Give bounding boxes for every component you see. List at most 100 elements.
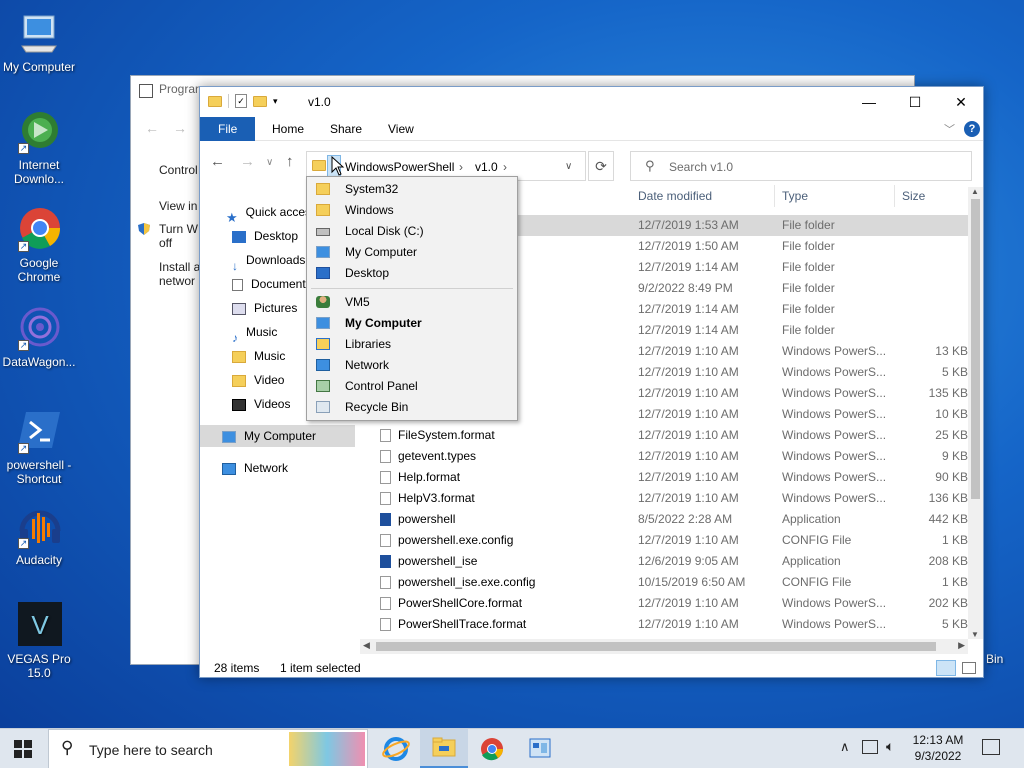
search-highlight-image[interactable]	[289, 732, 365, 766]
hscroll-thumb[interactable]	[376, 642, 936, 651]
scroll-thumb[interactable]	[971, 199, 980, 499]
tab-share[interactable]: Share	[316, 117, 376, 141]
dropdown-item-libraries[interactable]: Libraries	[307, 334, 517, 355]
new-folder-icon[interactable]	[253, 95, 267, 107]
table-row[interactable]: powershell_ise.exe.config 10/15/2019 6:50…	[370, 572, 968, 593]
back-arrow-icon[interactable]: ←	[145, 120, 159, 136]
desktop-icon-powershell[interactable]: ↗ powershell - Shortcut	[0, 408, 78, 486]
help-icon[interactable]: ?	[964, 121, 980, 137]
bg-side-turn[interactable]: Turn W off	[159, 222, 199, 250]
bg-side-install[interactable]: Install a networ	[159, 260, 201, 288]
dropdown-item-control-panel[interactable]: Control Panel	[307, 376, 517, 397]
file-size: 442 KB	[928, 512, 968, 526]
chevron-down-icon[interactable]: ▾	[273, 96, 278, 107]
nav-network[interactable]: Network	[222, 457, 288, 479]
scroll-up-icon[interactable]: ▲	[971, 187, 979, 196]
dropdown-item-network[interactable]: Network	[307, 355, 517, 376]
dropdown-item-my-computer-bold[interactable]: My Computer	[307, 313, 517, 334]
taskbar-clock[interactable]: 12:13 AM 9/3/2022	[898, 732, 978, 764]
notifications-icon[interactable]	[982, 739, 1000, 755]
nav-video-folder[interactable]: Video	[232, 369, 284, 391]
bg-side-control[interactable]: Control	[159, 163, 198, 177]
dropdown-item-system32[interactable]: System32	[307, 179, 517, 200]
chevron-right-icon[interactable]: ›	[503, 160, 507, 174]
breadcrumb-windowspowershell[interactable]: WindowsPowerShell	[345, 160, 454, 174]
desktop-icon-datawagon[interactable]: ↗ DataWagon...	[0, 305, 78, 369]
nav-music[interactable]: ♪ Music	[232, 321, 277, 343]
forward-button[interactable]: →	[240, 153, 255, 170]
tab-home[interactable]: Home	[258, 117, 318, 141]
table-row[interactable]: powershell 8/5/2022 2:28 AM Application 442…	[370, 509, 968, 530]
maximize-button[interactable]: ☐	[892, 87, 938, 117]
start-button[interactable]	[14, 740, 32, 761]
column-date-modified[interactable]: Date modified	[638, 184, 712, 208]
dropdown-item-my-computer[interactable]: My Computer	[307, 242, 517, 263]
scroll-left-icon[interactable]: ◀	[363, 640, 370, 651]
recycle-bin-label[interactable]: Bin	[986, 652, 1003, 666]
details-view-icon[interactable]	[936, 660, 956, 676]
file-size: 25 KB	[935, 428, 968, 442]
column-type[interactable]: Type	[782, 184, 808, 208]
taskbar-file-explorer[interactable]	[420, 729, 468, 768]
nav-quick-access[interactable]: ★ Quick access	[226, 201, 317, 223]
search-box[interactable]: ⚲ Search v1.0	[630, 151, 972, 181]
recent-locations-button[interactable]: ∨	[266, 157, 273, 168]
nav-music-folder[interactable]: Music	[232, 345, 285, 367]
column-size[interactable]: Size	[902, 184, 925, 208]
desktop-icon-my-computer[interactable]: My Computer	[0, 10, 78, 74]
table-row[interactable]: powershell.exe.config 12/7/2019 1:10 AM CO…	[370, 530, 968, 551]
taskbar-ie[interactable]	[372, 729, 420, 768]
refresh-button[interactable]: ⟳	[588, 151, 614, 181]
table-row[interactable]: Help.format 12/7/2019 1:10 AM Windows Powe…	[370, 467, 968, 488]
nav-my-computer[interactable]: My Computer	[200, 425, 355, 447]
dropdown-item-desktop[interactable]: Desktop	[307, 263, 517, 284]
dropdown-item-vm5[interactable]: VM5	[307, 292, 517, 313]
scroll-right-icon[interactable]: ▶	[958, 640, 965, 651]
forward-arrow-icon[interactable]: →	[173, 120, 187, 136]
tab-file[interactable]: File	[200, 117, 256, 141]
column-divider[interactable]	[894, 185, 895, 207]
nav-videos[interactable]: Videos	[232, 393, 290, 415]
table-row[interactable]: FileSystem.format 12/7/2019 1:10 AM Window…	[370, 425, 968, 446]
scroll-down-icon[interactable]: ▼	[971, 630, 979, 639]
chevron-down-icon[interactable]: ∨	[565, 161, 572, 172]
dropdown-item-windows[interactable]: Windows	[307, 200, 517, 221]
tab-view[interactable]: View	[374, 117, 428, 141]
search-placeholder: Search v1.0	[669, 160, 734, 174]
back-button[interactable]: ←	[210, 153, 225, 170]
horizontal-scrollbar[interactable]: ◀ ▶	[360, 639, 968, 654]
taskbar-search[interactable]: ⚲ Type here to search	[48, 729, 368, 768]
taskbar-chrome[interactable]	[468, 729, 516, 768]
desktop-icon-audacity[interactable]: ↗ Audacity	[0, 503, 78, 567]
bg-side-view[interactable]: View in	[159, 199, 197, 213]
breadcrumb-v1[interactable]: v1.0	[475, 160, 498, 174]
up-button[interactable]: ↑	[286, 153, 294, 170]
minimize-button[interactable]: —	[846, 87, 892, 117]
file-name: PowerShellCore.format	[398, 596, 523, 610]
dropdown-item-local-disk[interactable]: Local Disk (C:)	[307, 221, 517, 242]
chevron-right-icon[interactable]: ›	[459, 160, 463, 174]
column-divider[interactable]	[774, 185, 775, 207]
title-bar[interactable]: ✓ ▾ v1.0 — ☐ ✕	[200, 87, 983, 117]
large-icons-view-icon[interactable]	[962, 662, 976, 674]
properties-icon[interactable]: ✓	[235, 94, 247, 108]
vertical-scrollbar[interactable]: ▲ ▼	[968, 187, 983, 639]
taskbar-control-panel[interactable]	[516, 729, 564, 768]
nav-desktop[interactable]: Desktop	[232, 225, 298, 247]
chevron-up-icon[interactable]: ∧	[840, 739, 850, 755]
dropdown-item-recycle-bin[interactable]: Recycle Bin	[307, 397, 517, 418]
expand-ribbon-icon[interactable]: ﹀	[944, 121, 955, 137]
close-button[interactable]: ✕	[938, 87, 984, 117]
desktop-icon-vegas[interactable]: V VEGAS Pro 15.0	[0, 602, 78, 680]
table-row[interactable]: PowerShellTrace.format 12/7/2019 1:10 AM W…	[370, 614, 968, 635]
desktop-icon-chrome[interactable]: ↗ Google Chrome	[0, 206, 78, 284]
file-name: powershell_ise.exe.config	[398, 575, 536, 589]
table-row[interactable]: getevent.types 12/7/2019 1:10 AM Windows P…	[370, 446, 968, 467]
table-row[interactable]: powershell_ise 12/6/2019 9:05 AM Applicati…	[370, 551, 968, 572]
nav-pictures[interactable]: Pictures	[232, 297, 297, 319]
network-status-icon[interactable]	[862, 740, 878, 754]
table-row[interactable]: PowerShellCore.format 12/7/2019 1:10 AM Wi…	[370, 593, 968, 614]
volume-icon[interactable]: 🔈︎	[886, 738, 894, 755]
desktop-icon-idm[interactable]: ↗ Internet Downlo...	[0, 108, 78, 186]
table-row[interactable]: HelpV3.format 12/7/2019 1:10 AM Windows Po…	[370, 488, 968, 509]
